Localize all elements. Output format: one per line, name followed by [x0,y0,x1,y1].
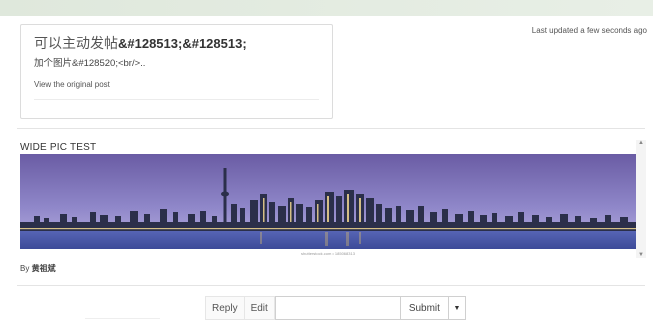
reply-input[interactable] [274,296,400,320]
reply-button[interactable]: Reply [205,296,244,320]
post-subtitle: 加个图片&#128520;<br/>.. [34,58,146,69]
last-updated-text: Last updated a few seconds ago [531,26,647,35]
card-divider [34,99,319,100]
edit-button[interactable]: Edit [243,296,275,320]
post-title: 可以主动发帖&#128513;&#128513; [34,33,247,53]
reply-toolbar: Reply Edit Submit ▼ [205,296,466,320]
footer-underline [85,318,160,319]
submit-button[interactable]: Submit [399,296,449,320]
section-divider-bottom [17,285,645,286]
picture-title: WIDE PIC TEST [20,142,97,153]
scroll-up-icon[interactable]: ▲ [636,140,646,146]
caret-down-icon[interactable]: ▼ [448,296,466,320]
section-divider [17,128,645,129]
view-original-post-link[interactable]: View the original post [34,80,110,89]
image-watermark: shutterstock.com • 185068313 [301,251,356,256]
author-name[interactable]: 黄祖斌 [32,264,56,273]
scroll-down-icon[interactable]: ▼ [636,252,646,258]
original-post-card: 可以主动发帖&#128513;&#128513; 加个图片&#128520;<b… [20,24,333,119]
post-title-text: 可以主动发帖 [34,36,118,52]
top-banner-strip [0,0,653,16]
skyline-illustration: shutterstock.com • 185068313 [20,154,636,257]
post-byline: By 黄祖斌 [20,263,56,274]
picture-scrollbar[interactable]: ▲ ▼ [636,140,646,258]
post-title-entities: &#128513;&#128513; [118,36,247,51]
byline-prefix: By [20,264,30,273]
wide-panorama-image: shutterstock.com • 185068313 [20,154,636,257]
